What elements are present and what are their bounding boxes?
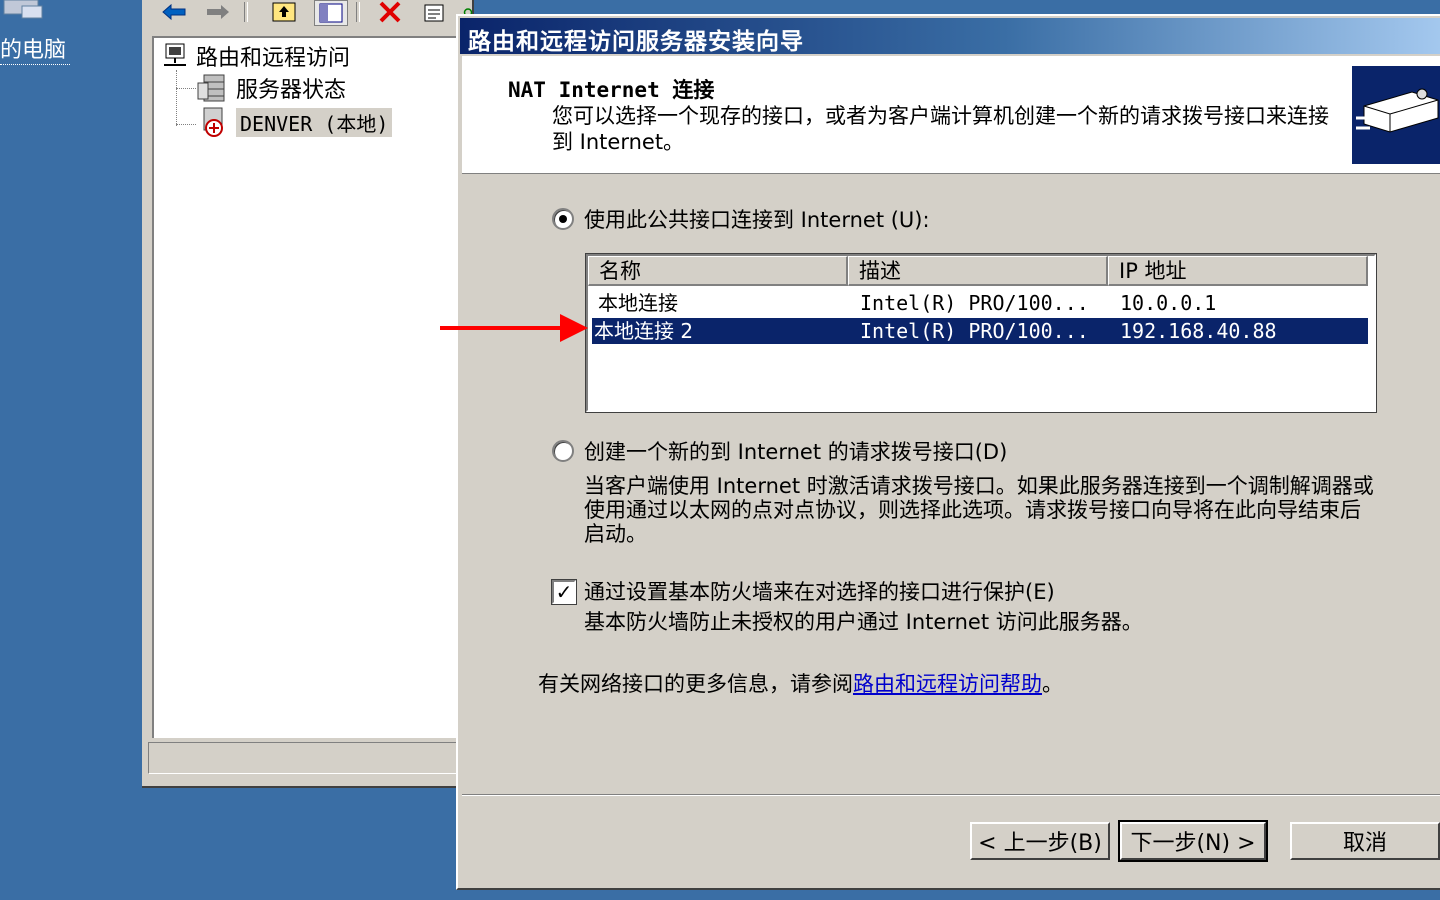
back-arrow-icon[interactable] — [158, 0, 190, 24]
show-hide-tree-icon[interactable] — [314, 0, 348, 26]
tree-label-root: 路由和远程访问 — [196, 46, 351, 71]
header-description: 您可以选择一个现存的接口，或者为客户端计算机创建一个新的请求拨号接口来连接到 I… — [552, 104, 1329, 154]
setup-wizard-dialog: 路由和远程访问服务器安装向导 NAT Internet 连接 您可以选择一个现存… — [456, 14, 1440, 890]
properties-icon[interactable] — [418, 0, 450, 24]
interface-row[interactable]: 本地连接 Intel(R) PRO/100... 10.0.0.1 — [592, 290, 1368, 316]
interface-list[interactable]: 名称 描述 IP 地址 本地连接 Intel(R) PRO/100... 10.… — [585, 253, 1377, 413]
tree-item-root[interactable]: 路由和远程访问 — [160, 40, 350, 72]
back-button[interactable]: < 上一步(B) — [970, 822, 1110, 860]
column-header-ip[interactable]: IP 地址 — [1108, 256, 1368, 286]
interface-description: Intel(R) PRO/100... — [860, 319, 1089, 343]
up-folder-icon[interactable] — [268, 0, 300, 24]
tree-label-server-node: DENVER (本地) — [236, 107, 393, 137]
help-link[interactable]: 路由和远程访问帮助 — [853, 672, 1042, 696]
desktop-icon-label[interactable]: 的电脑 — [0, 32, 71, 65]
firewall-checkbox[interactable]: ✓ — [551, 579, 577, 605]
radio-use-existing-interface[interactable] — [552, 208, 574, 230]
interface-ip: 192.168.40.88 — [1120, 319, 1277, 343]
interface-name: 本地连接 2 — [594, 319, 694, 343]
radio-create-demand-dial[interactable] — [552, 440, 574, 462]
radio-label-create-demand-dial[interactable]: 创建一个新的到 Internet 的请求拨号接口(D) — [584, 436, 1007, 466]
firewall-checkbox-label[interactable]: 通过设置基本防火墙来在对选择的接口进行保护(E) — [584, 576, 1055, 606]
server-status-icon — [197, 74, 225, 102]
mmc-status-bar — [148, 742, 473, 774]
help-text: 有关网络接口的更多信息，请参阅路由和远程访问帮助。 — [538, 668, 1063, 698]
help-suffix: 。 — [1042, 672, 1063, 696]
demand-dial-description: 当客户端使用 Internet 时激活请求拨号接口。如果此服务器连接到一个调制解… — [584, 474, 1374, 546]
wizard-header-icon — [1352, 66, 1440, 164]
wizard-title-bar[interactable]: 路由和远程访问服务器安装向导 — [460, 18, 1440, 55]
console-tree: 路由和远程访问 服务器状态 DENVER (本地) — [152, 36, 474, 738]
computer-icon[interactable] — [0, 0, 60, 30]
interface-ip: 10.0.0.1 — [1120, 291, 1217, 315]
radio-label-use-existing[interactable]: 使用此公共接口连接到 Internet (U): — [584, 204, 930, 234]
cancel-button[interactable]: 取消 — [1290, 822, 1440, 860]
delete-icon[interactable] — [374, 0, 406, 24]
interface-row-selected[interactable]: 本地连接 2 Intel(R) PRO/100... 192.168.40.88 — [591, 317, 1369, 345]
tree-item-server-node[interactable]: DENVER (本地) — [196, 106, 393, 138]
tree-label-server-status: 服务器状态 — [236, 78, 347, 103]
help-prefix: 有关网络接口的更多信息，请参阅 — [538, 672, 853, 696]
routing-server-icon — [164, 43, 186, 66]
server-node-icon — [203, 107, 223, 137]
interface-description: Intel(R) PRO/100... — [860, 291, 1089, 315]
column-header-description[interactable]: 描述 — [848, 256, 1108, 286]
wizard-title: 路由和远程访问服务器安装向导 — [468, 29, 804, 55]
firewall-description: 基本防火墙防止未授权的用户通过 Internet 访问此服务器。 — [584, 610, 1143, 634]
red-annotation-arrow — [440, 314, 588, 342]
interface-name: 本地连接 — [598, 291, 678, 315]
button-separator — [462, 794, 1440, 796]
wizard-header: NAT Internet 连接 您可以选择一个现存的接口，或者为客户端计算机创建… — [462, 56, 1440, 174]
mmc-toolbar — [142, 0, 473, 28]
next-button[interactable]: 下一步(N) > — [1118, 820, 1268, 862]
forward-arrow-icon[interactable] — [202, 0, 234, 24]
tree-item-server-status[interactable]: 服务器状态 — [196, 72, 346, 104]
mmc-window: 路由和远程访问 服务器状态 DENVER (本地) — [142, 0, 474, 788]
column-header-name[interactable]: 名称 — [588, 256, 848, 286]
header-title: NAT Internet 连接 — [508, 78, 715, 102]
